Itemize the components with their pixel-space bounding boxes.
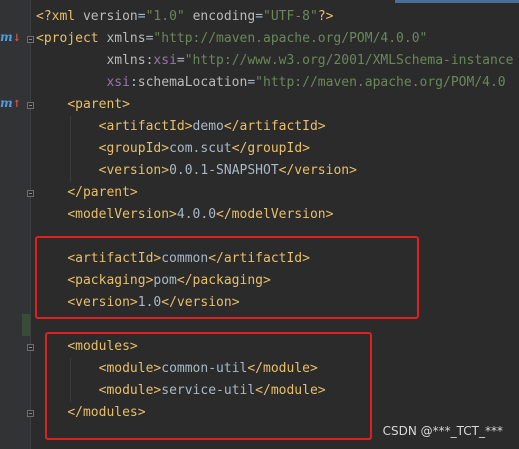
watermark: CSDN @***_TCT_*** xyxy=(382,424,503,438)
fold-toggle-icon[interactable] xyxy=(27,190,34,197)
code-token-txt: = xyxy=(176,53,185,68)
code-token-tag: </parent> xyxy=(67,185,138,200)
code-line[interactable]: <modelVersion>4.0.0</modelVersion> xyxy=(36,204,333,226)
maven-nav-icon[interactable]: m↓ xyxy=(0,30,21,44)
code-token-val: "http://maven.apache.org/POM/4.0 xyxy=(255,75,506,90)
code-token-txt: demo xyxy=(192,119,224,134)
highlight-box-artifact xyxy=(35,236,419,319)
code-token-txt: = xyxy=(255,9,264,24)
code-line[interactable]: <?xml version="1.0" encoding="UTF-8"?> xyxy=(36,6,333,28)
indent-guide xyxy=(70,116,72,182)
code-line[interactable]: xmlns:xsi="http://www.w3.org/2001/XMLSch… xyxy=(36,50,513,72)
code-token-attr: schemaLocation xyxy=(137,75,248,90)
code-token-tag: </modelVersion> xyxy=(216,207,334,222)
code-token-tag: <parent> xyxy=(67,97,130,112)
code-token-txt: com.scut xyxy=(169,141,232,156)
code-token-tag: <groupId> xyxy=(98,141,170,156)
code-token-tag: <project xyxy=(36,31,107,46)
code-token-tag: <version> xyxy=(98,163,170,178)
code-line[interactable]: <project xmlns="http://maven.apache.org/… xyxy=(36,28,427,50)
code-token-attr: xmlns xyxy=(106,53,146,68)
code-line[interactable]: <parent> xyxy=(36,94,130,116)
scroll-position-indicator xyxy=(395,0,519,3)
code-line[interactable]: <artifactId>demo</artifactId> xyxy=(36,116,326,138)
code-token-tag: <artifactId> xyxy=(98,119,193,134)
code-token-txt: 0.0.1-SNAPSHOT xyxy=(169,163,279,178)
code-token-tag: </version> xyxy=(278,163,357,178)
code-token-txt: = xyxy=(137,9,146,24)
code-token-txt: = xyxy=(247,75,256,90)
code-token-val: "1.0" xyxy=(145,9,185,24)
code-token-txt: 4.0.0 xyxy=(176,207,217,222)
change-marker xyxy=(22,314,30,336)
code-token-ns: xsi xyxy=(153,53,177,68)
code-token-attr: encoding xyxy=(192,9,256,24)
fold-toggle-icon[interactable] xyxy=(27,36,34,43)
fold-toggle-icon[interactable] xyxy=(27,344,34,351)
code-token-tag: </artifactId> xyxy=(223,119,326,134)
code-line[interactable]: </parent> xyxy=(36,182,138,204)
code-token-attr: xmlns xyxy=(106,31,146,46)
code-line[interactable]: <version>0.0.1-SNAPSHOT</version> xyxy=(36,160,357,182)
code-line[interactable]: xsi:schemaLocation="http://maven.apache.… xyxy=(36,72,506,94)
fold-toggle-icon[interactable] xyxy=(27,410,34,417)
fold-toggle-icon[interactable] xyxy=(27,102,34,109)
code-token-attr: version xyxy=(82,9,138,24)
maven-nav-icon[interactable]: m↑ xyxy=(0,96,21,110)
highlight-box-modules xyxy=(45,332,372,440)
code-token-tag: <modelVersion> xyxy=(67,207,177,222)
code-token-ns: xsi xyxy=(106,75,130,90)
code-token-tag: ?> xyxy=(317,9,334,24)
code-token-val: "UTF-8" xyxy=(263,9,318,24)
editor-gutter xyxy=(0,0,31,449)
code-line[interactable]: <groupId>com.scut</groupId> xyxy=(36,138,310,160)
code-token-val: "http://maven.apache.org/POM/4.0.0" xyxy=(153,31,428,46)
code-token-txt: : xyxy=(129,75,138,90)
code-token-tag: </groupId> xyxy=(231,141,310,156)
code-token-tag: <?xml xyxy=(36,9,83,24)
code-token-val: "http://www.w3.org/2001/XMLSchema-instan… xyxy=(184,53,514,68)
